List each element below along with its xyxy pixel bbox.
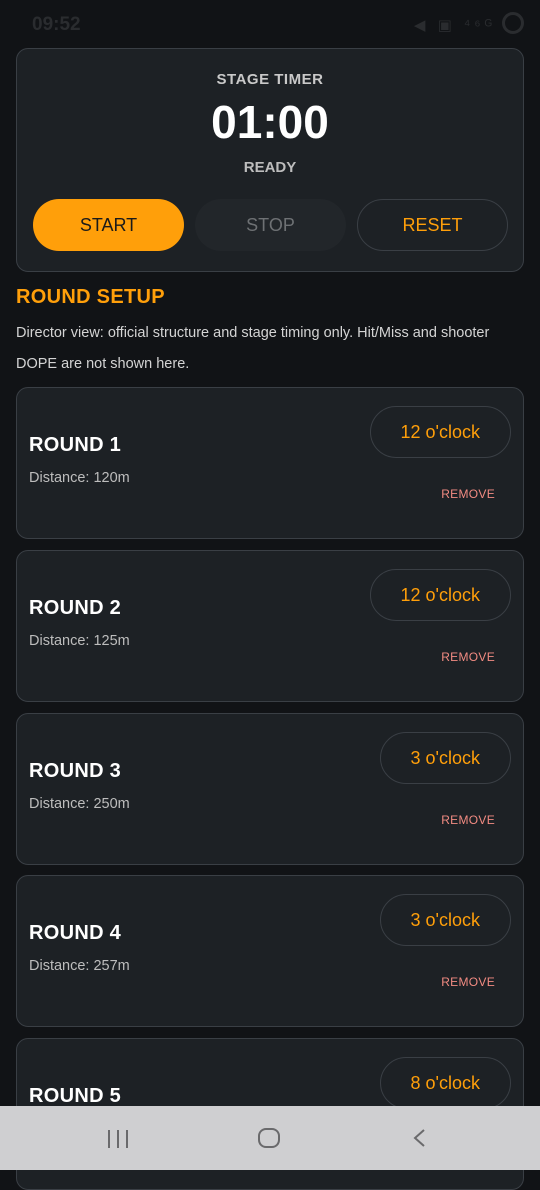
round-distance: Distance: 250m xyxy=(29,796,130,812)
round-distance: Distance: 257m xyxy=(29,958,130,974)
round-distance: Distance: 120m xyxy=(29,470,130,486)
status-bar: 09:52 ◀ ▣ ⁴⁶ᴳ xyxy=(0,0,540,46)
status-icons: ◀ ▣ ⁴⁶ᴳ xyxy=(413,17,496,34)
timer-value: 01:00 xyxy=(211,96,329,148)
section-description: Director view: official structure and st… xyxy=(16,325,490,372)
round-card: ROUND 3 Distance: 250m 3 o'clock REMOVE xyxy=(16,713,524,865)
remove-button[interactable]: REMOVE xyxy=(441,650,495,664)
stage-timer-card: STAGE TIMER 01:00 READY START STOP RESET xyxy=(16,48,524,272)
clock-position-button[interactable]: 12 o'clock xyxy=(369,406,511,458)
timer-status: READY xyxy=(243,159,297,176)
round-card: ROUND 2 Distance: 125m 12 o'clock REMOVE xyxy=(16,550,524,702)
back-icon[interactable] xyxy=(410,1128,430,1148)
timer-title: STAGE TIMER xyxy=(216,71,324,88)
app-icon xyxy=(502,12,524,34)
round-card: ROUND 1 Distance: 120m 12 o'clock REMOVE xyxy=(16,387,524,539)
round-name: ROUND 2 xyxy=(29,597,122,619)
home-icon[interactable] xyxy=(258,1128,280,1148)
status-time: 09:52 xyxy=(32,14,81,35)
round-card: ROUND 4 Distance: 257m 3 o'clock REMOVE xyxy=(16,875,524,1027)
round-name: ROUND 3 xyxy=(29,760,122,782)
clock-position-button[interactable]: 12 o'clock xyxy=(369,569,511,621)
clock-position-button[interactable]: 3 o'clock xyxy=(379,894,511,946)
remove-button[interactable]: REMOVE xyxy=(441,487,495,501)
clock-position-button[interactable]: 8 o'clock xyxy=(379,1057,511,1109)
round-name: ROUND 4 xyxy=(29,922,122,944)
remove-button[interactable]: REMOVE xyxy=(441,975,495,989)
remove-button[interactable]: REMOVE xyxy=(441,813,495,827)
reset-button[interactable]: RESET xyxy=(357,199,508,251)
navigation-bar xyxy=(0,1106,540,1170)
round-distance: Distance: 125m xyxy=(29,633,130,649)
round-name: ROUND 1 xyxy=(29,434,122,456)
round-name: ROUND 5 xyxy=(29,1085,122,1107)
start-button[interactable]: START xyxy=(33,199,184,251)
clock-position-button[interactable]: 3 o'clock xyxy=(379,732,511,784)
stop-button[interactable]: STOP xyxy=(195,199,346,251)
section-title: ROUND SETUP xyxy=(16,286,165,308)
recent-apps-icon[interactable] xyxy=(108,1130,130,1148)
